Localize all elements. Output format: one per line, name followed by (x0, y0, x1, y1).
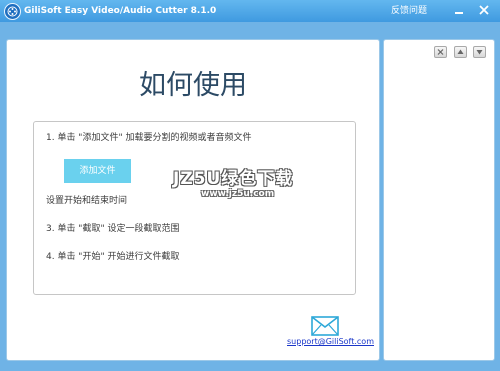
side-close-icon[interactable] (434, 46, 447, 58)
close-icon[interactable] (475, 2, 493, 19)
side-panel (383, 39, 495, 361)
step-1-text: 1. 单击 "添加文件" 加载要分割的视频或者音频文件 (46, 133, 252, 143)
step-2-text: 设置开始和结束时间 (46, 196, 128, 206)
steps-box: 1. 单击 "添加文件" 加载要分割的视频或者音频文件 添加文件 设置开始和结束… (33, 121, 356, 295)
feedback-link[interactable]: 反馈问题 (391, 5, 427, 17)
title-bar: GiliSoft Easy Video/Audio Cutter 8.1.0 反… (0, 0, 500, 22)
support-email-link[interactable]: support@GiliSoft.com (287, 337, 374, 347)
add-file-button[interactable]: 添加文件 (64, 159, 131, 183)
howto-title: 如何使用 (139, 70, 247, 101)
chevron-up-icon[interactable] (454, 46, 467, 58)
watermark-title: JZ5U绿色下载 (173, 169, 294, 189)
chevron-down-icon[interactable] (473, 46, 486, 58)
step-4-text: 4. 单击 "开始" 开始进行文件截取 (46, 252, 180, 262)
step-3-text: 3. 单击 "截取" 设定一段截取范围 (46, 224, 180, 234)
minimize-icon[interactable] (450, 2, 468, 19)
film-reel-icon (4, 3, 21, 20)
watermark: JZ5U绿色下载 www.jz5u.com (173, 169, 313, 205)
watermark-url: www.jz5u.com (201, 189, 275, 199)
window-title: GiliSoft Easy Video/Audio Cutter 8.1.0 (24, 6, 217, 16)
